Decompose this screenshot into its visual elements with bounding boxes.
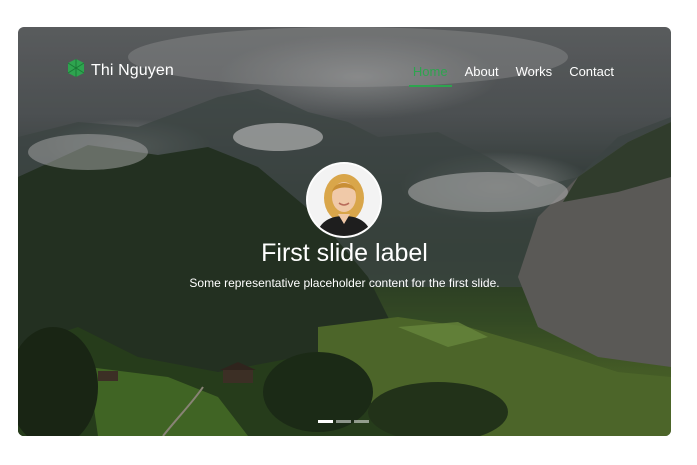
slide-caption: Some representative placeholder content … [189, 276, 500, 290]
main-nav: Home About Works Contact [408, 61, 671, 87]
carousel-indicators [318, 420, 369, 423]
nav-item-about[interactable]: About [465, 61, 499, 87]
carousel-indicator-3[interactable] [354, 420, 369, 423]
nav-item-works[interactable]: Works [516, 61, 553, 87]
hero-carousel: Thi Nguyen Home About Works Contact Firs… [18, 27, 671, 436]
brand-name: Thi Nguyen [91, 61, 174, 79]
nav-item-contact[interactable]: Contact [569, 61, 614, 87]
carousel-indicator-2[interactable] [336, 420, 351, 423]
gem-icon [66, 58, 86, 83]
brand[interactable]: Thi Nguyen [66, 58, 174, 83]
carousel-indicator-1[interactable] [318, 420, 333, 423]
avatar [306, 162, 382, 238]
nav-item-home[interactable]: Home [408, 61, 452, 87]
profile-photo [308, 164, 380, 236]
slide-title: First slide label [261, 239, 428, 267]
